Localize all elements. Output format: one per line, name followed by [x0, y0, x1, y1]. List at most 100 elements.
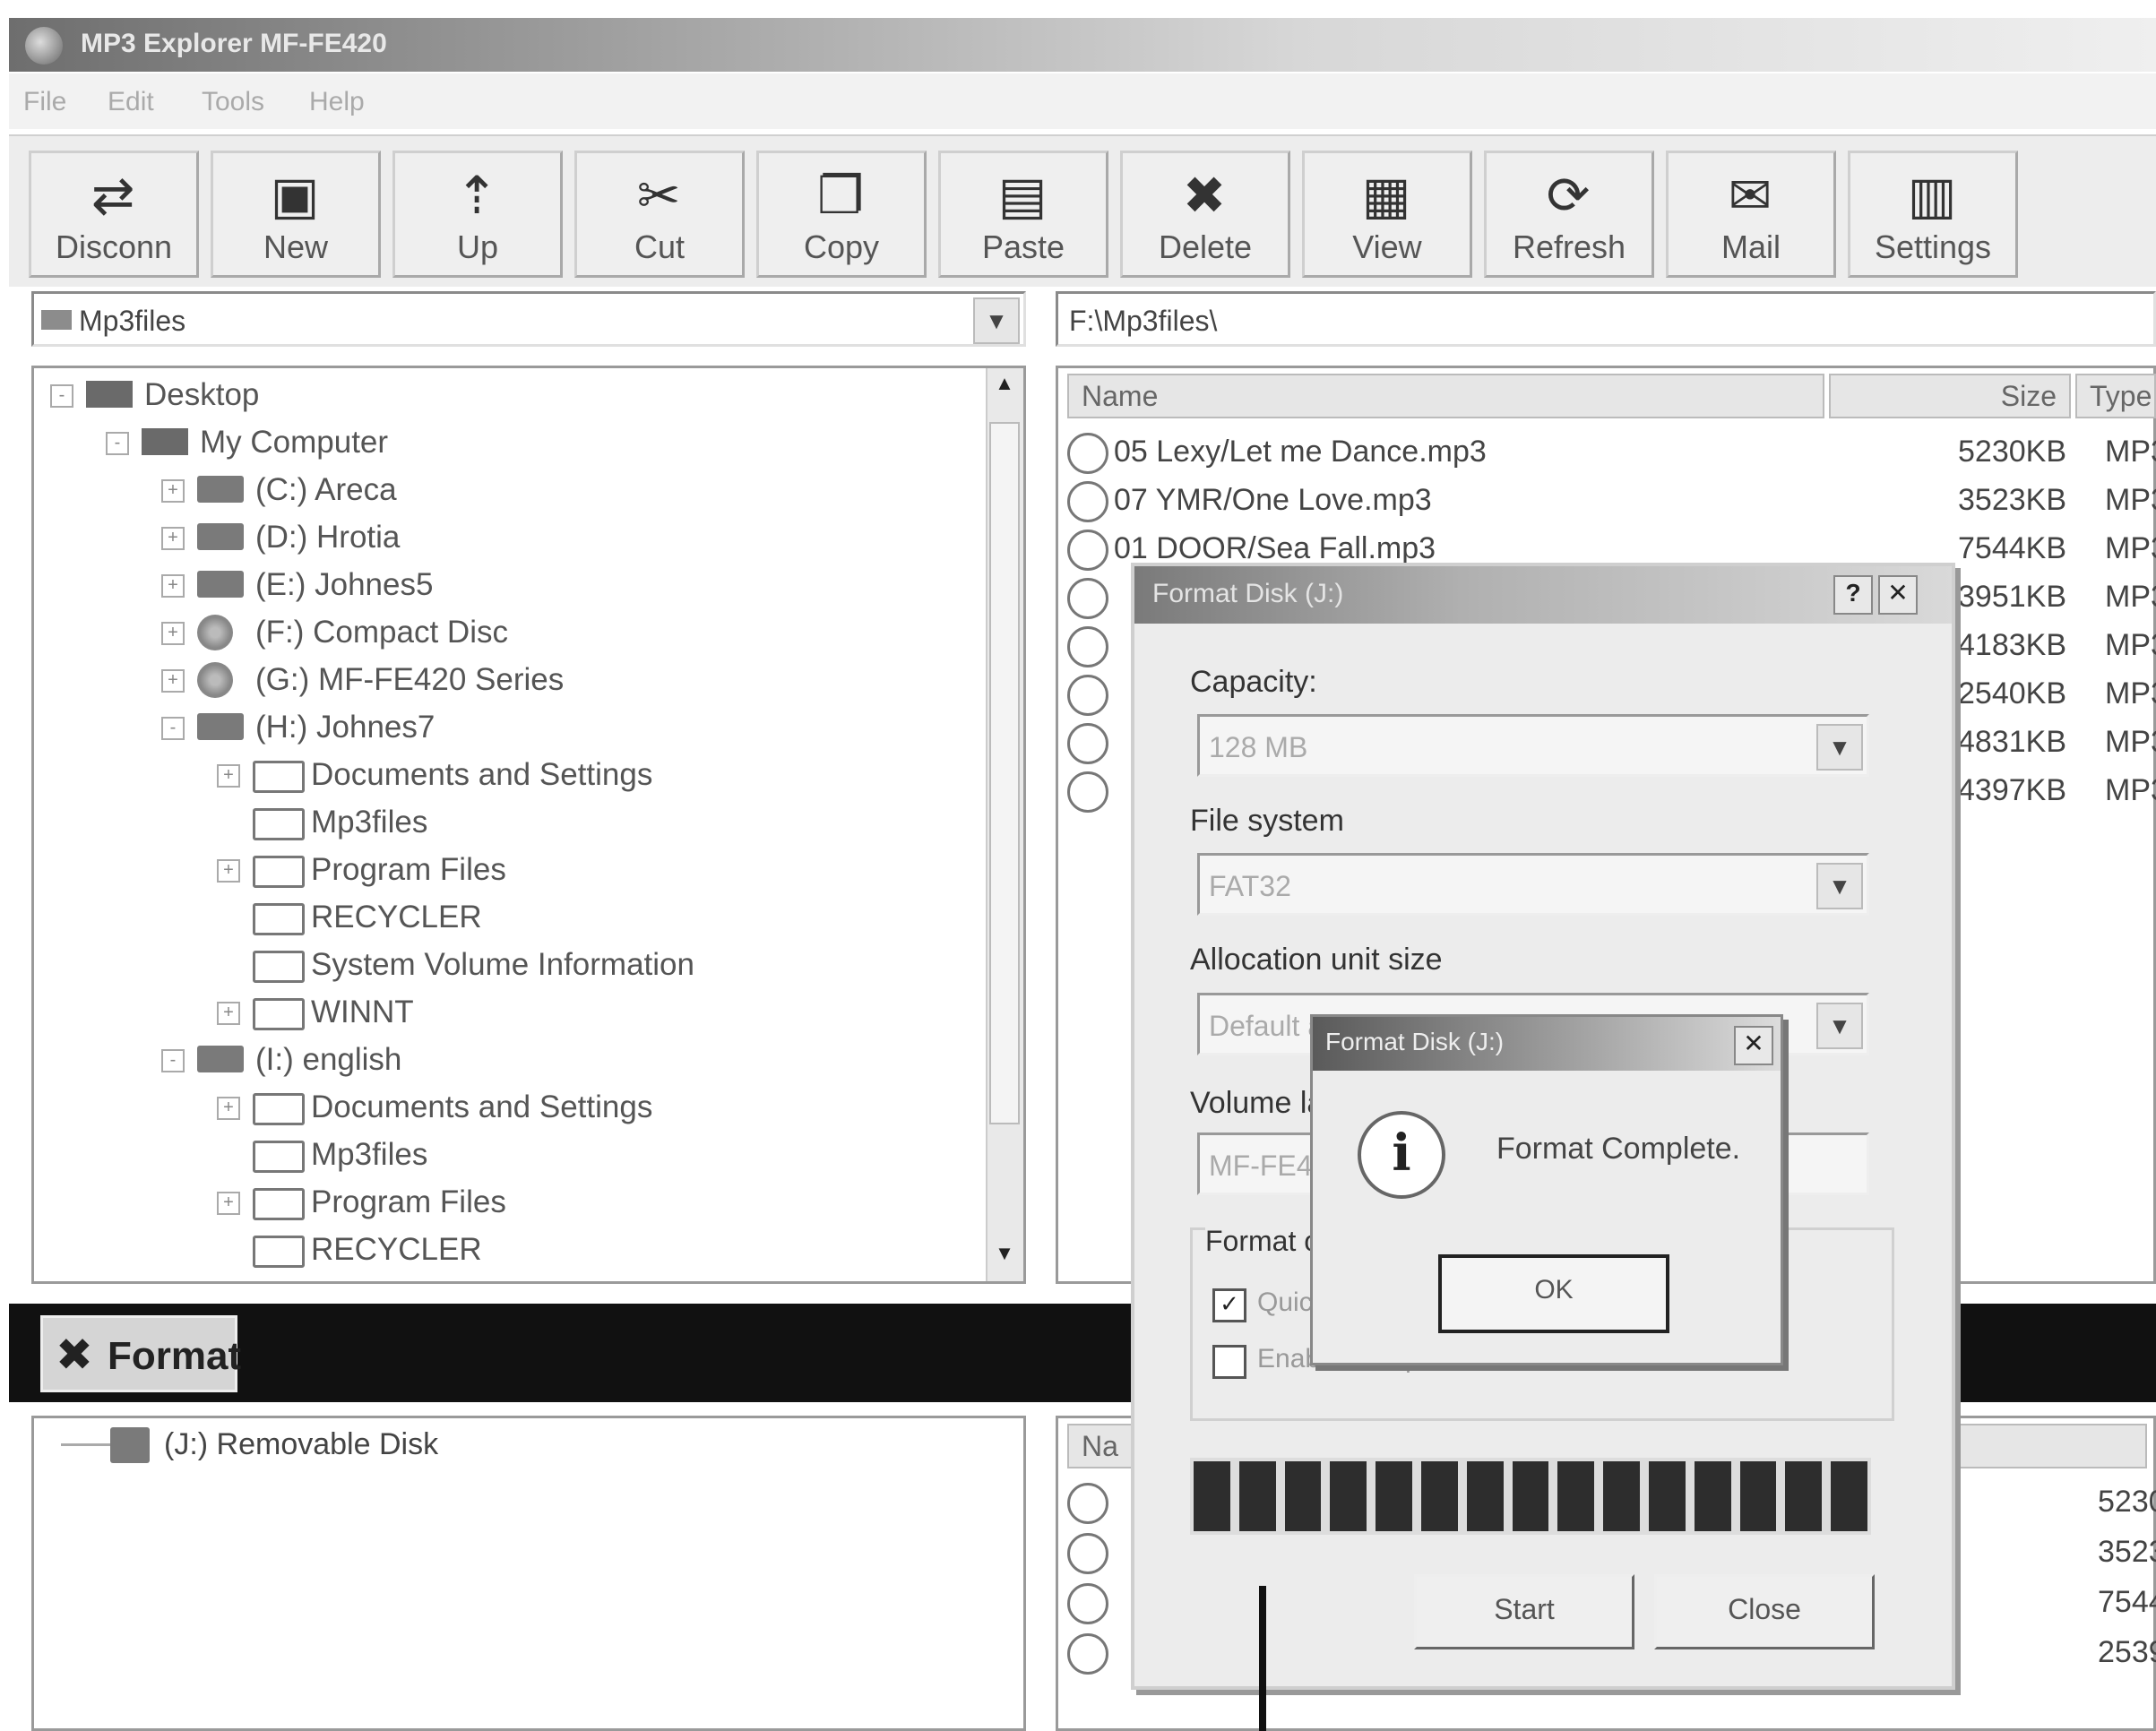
- file-size: 2540KB: [1958, 676, 2066, 710]
- toolbar-cut-button[interactable]: ✂ Cut: [574, 151, 745, 278]
- file-size: 5230KB: [1958, 435, 2066, 469]
- info-icon: i: [1358, 1111, 1445, 1199]
- expand-icon[interactable]: +: [161, 622, 185, 645]
- expand-icon[interactable]: +: [217, 1002, 240, 1025]
- chevron-down-icon[interactable]: ▼: [1816, 1003, 1863, 1049]
- computer-icon: [142, 428, 188, 455]
- tree-item-label: System Volume Information: [311, 947, 694, 982]
- toolbar-delete-button[interactable]: ✖ Delete: [1120, 151, 1290, 278]
- tree-item-label: (E:) Johnes5: [255, 567, 434, 602]
- toolbar-refresh-button[interactable]: ⟳ Refresh: [1484, 151, 1654, 278]
- column-name-header[interactable]: Name: [1067, 374, 1824, 418]
- collapse-icon[interactable]: -: [106, 432, 129, 455]
- audio-file-icon: [1067, 675, 1108, 716]
- collapse-icon[interactable]: -: [161, 717, 185, 740]
- toolbar-button-label: Refresh: [1512, 228, 1626, 265]
- scroll-thumb[interactable]: [989, 422, 1020, 1124]
- format-dialog-title: Format Disk (J:): [1152, 579, 1344, 608]
- progress-segment: [1603, 1461, 1640, 1531]
- filesystem-select[interactable]: FAT32 ▼: [1197, 853, 1869, 916]
- expand-icon[interactable]: +: [217, 859, 240, 883]
- expand-icon[interactable]: +: [217, 764, 240, 788]
- toolbar-view-button[interactable]: ▦ View: [1302, 151, 1472, 278]
- tree-item-label: (G:) MF-FE420 Series: [255, 662, 565, 697]
- start-button[interactable]: Start: [1414, 1574, 1634, 1649]
- refresh-icon: ⟳: [1546, 167, 1591, 225]
- settings-icon: ▥: [1907, 167, 1957, 225]
- expand-icon[interactable]: +: [161, 669, 185, 693]
- tree-item-label: (F:) Compact Disc: [255, 615, 508, 650]
- tree-line: [61, 1443, 115, 1446]
- tree-scrollbar[interactable]: ▲ ▼: [986, 368, 1023, 1281]
- tree-item-label: (H:) Johnes7: [255, 710, 436, 745]
- ok-button[interactable]: OK: [1438, 1254, 1669, 1333]
- tree-item-label: Program Files: [311, 852, 506, 887]
- audio-file-icon: [1067, 481, 1108, 522]
- toolbar-copy-button[interactable]: ❐ Copy: [756, 151, 927, 278]
- help-icon[interactable]: ?: [1833, 575, 1873, 615]
- file-type: MP3: [2105, 483, 2156, 517]
- file-size: 3523: [2098, 1535, 2156, 1569]
- expand-icon[interactable]: +: [161, 527, 185, 550]
- mail-icon: ✉: [1728, 167, 1772, 225]
- capacity-select[interactable]: 128 MB ▼: [1197, 714, 1869, 777]
- toolbar-settings-button[interactable]: ▥ Settings: [1848, 151, 2018, 278]
- capacity-label: Capacity:: [1190, 665, 1317, 699]
- filesystem-label: File system: [1190, 804, 1344, 838]
- progress-segment: [1420, 1461, 1458, 1531]
- file-size: 3523KB: [1958, 483, 2066, 517]
- file-row[interactable]: 07 YMR/One Love.mp3 3523KB MP3: [1067, 476, 2156, 524]
- chevron-down-icon[interactable]: ▼: [1816, 863, 1863, 909]
- quick-format-checkbox[interactable]: ✓: [1212, 1288, 1246, 1322]
- right-address-field[interactable]: F:\Mp3files\: [1056, 291, 2156, 347]
- column-size-header[interactable]: Size: [1829, 374, 2071, 418]
- scroll-down-icon[interactable]: ▼: [991, 1242, 1018, 1278]
- device-tree[interactable]: (J:) Removable Disk: [31, 1416, 1026, 1731]
- folder-tree[interactable]: - Desktop - My Computer + (C:) Areca + (D:) Hro…: [31, 366, 1026, 1284]
- toolbar-paste-button[interactable]: ▤ Paste: [938, 151, 1108, 278]
- toolbar-mail-button[interactable]: ✉ Mail: [1666, 151, 1836, 278]
- toolbar-button-label: Cut: [634, 228, 686, 265]
- close-icon[interactable]: ✕: [1734, 1026, 1773, 1065]
- toolbar-disconn-button[interactable]: ⇄ Disconn: [29, 151, 199, 278]
- progress-segment: [1694, 1461, 1731, 1531]
- progress-segment: [1466, 1461, 1504, 1531]
- toolbar-new-button[interactable]: ▣ New: [211, 151, 381, 278]
- tree-item-label: (D:) Hrotia: [255, 520, 401, 555]
- file-type: MP3: [2105, 435, 2156, 469]
- expand-icon[interactable]: +: [217, 1192, 240, 1215]
- file-row[interactable]: 05 Lexy/Let me Dance.mp3 5230KB MP3: [1067, 427, 2156, 476]
- device-label[interactable]: (J:) Removable Disk: [164, 1427, 438, 1462]
- format-button[interactable]: ✖ Format: [40, 1315, 241, 1392]
- collapse-icon[interactable]: -: [161, 1049, 185, 1072]
- progress-segment: [1785, 1461, 1823, 1531]
- expand-icon[interactable]: +: [161, 574, 185, 598]
- menu-file[interactable]: File: [23, 87, 66, 117]
- filesystem-value: FAT32: [1209, 870, 1291, 902]
- collapse-icon[interactable]: -: [50, 384, 73, 408]
- file-size: 4183KB: [1958, 628, 2066, 662]
- column-type-header[interactable]: Type: [2075, 374, 2156, 418]
- expand-icon[interactable]: +: [161, 479, 185, 503]
- menu-help[interactable]: Help: [309, 87, 365, 117]
- close-icon[interactable]: ✕: [1878, 575, 1918, 615]
- file-type: MP3: [2105, 676, 2156, 710]
- close-button[interactable]: Close: [1654, 1574, 1875, 1649]
- file-size: 3951KB: [1958, 580, 2066, 614]
- chevron-down-icon[interactable]: ▼: [973, 297, 1020, 344]
- format-dialog-title-bar: Format Disk (J:) ? ✕: [1134, 566, 1952, 624]
- tree-item-label: Desktop: [144, 377, 260, 412]
- scroll-up-icon[interactable]: ▲: [991, 372, 1018, 408]
- left-address-combo[interactable]: Mp3files ▼: [31, 291, 1026, 347]
- toolbar-button-label: Copy: [803, 228, 880, 265]
- chevron-down-icon[interactable]: ▼: [1816, 724, 1863, 771]
- tree-item-label: My Computer: [200, 425, 389, 460]
- menu-tools[interactable]: Tools: [202, 87, 264, 117]
- callout-pointer-line: [1259, 1586, 1266, 1731]
- menu-edit[interactable]: Edit: [108, 87, 154, 117]
- cut-icon: ✂: [636, 167, 681, 225]
- expand-icon[interactable]: +: [217, 1097, 240, 1120]
- toolbar-up-button[interactable]: ⇡ Up: [392, 151, 563, 278]
- file-type: MP3: [2105, 628, 2156, 662]
- compression-checkbox[interactable]: [1212, 1345, 1246, 1379]
